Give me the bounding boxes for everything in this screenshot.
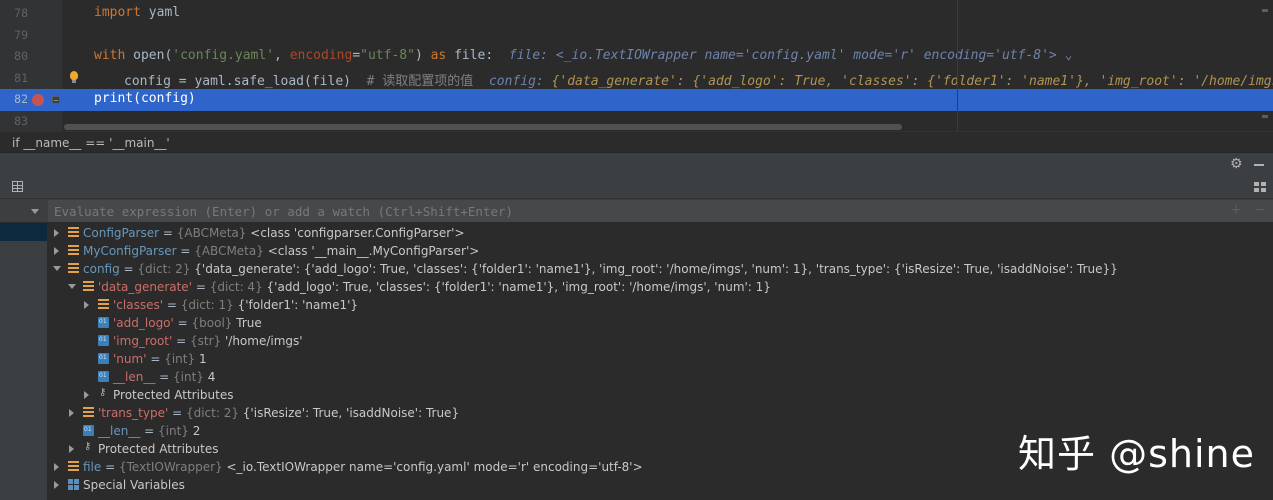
code-text: with open('config.yaml', encoding="utf-8…: [94, 48, 1073, 64]
expand-arrow-icon[interactable]: [54, 229, 59, 237]
expand-arrow-icon[interactable]: [84, 391, 89, 399]
expand-arrow-icon[interactable]: [84, 301, 89, 309]
inline-debug-value: {'data_generate': {'add_logo': True, 'cl…: [551, 73, 1273, 89]
expand-arrow-icon[interactable]: [69, 409, 74, 417]
class-icon: [68, 227, 79, 238]
remove-watch-icon[interactable]: −: [1254, 202, 1266, 218]
inline-debug-value: file: <_io.TextIOWrapper name='config.ya…: [508, 48, 1057, 64]
primitive-icon: [98, 335, 109, 346]
layout-icon[interactable]: [1254, 182, 1266, 192]
dict-icon: [83, 281, 94, 292]
line-number: 83: [14, 114, 28, 128]
expand-arrow-icon[interactable]: [54, 247, 59, 255]
collapse-arrow-icon[interactable]: [68, 284, 76, 289]
evaluate-expression-input[interactable]: [48, 200, 1273, 222]
line-number: 79: [14, 27, 28, 42]
code-line[interactable]: 81 config = yaml.safe_load(file) # 读取配置项…: [0, 68, 1273, 90]
watermark: 知乎 @shine: [1018, 432, 1255, 476]
object-icon: [68, 461, 79, 472]
current-execution-line[interactable]: 82 print(config): [0, 89, 1273, 111]
code-text: import yaml: [94, 5, 181, 20]
primitive-icon: [98, 353, 109, 364]
right-margin-guide: [957, 0, 958, 131]
frames-panel[interactable]: [0, 223, 47, 500]
lightbulb-icon[interactable]: [69, 70, 79, 85]
selected-frame[interactable]: [0, 223, 47, 241]
line-number: 78: [14, 6, 28, 20]
key-icon: ⚷: [84, 441, 92, 452]
add-watch-icon[interactable]: +: [1230, 202, 1242, 218]
code-text: config = yaml.safe_load(file) # 读取配置项的值 …: [124, 70, 1273, 89]
collapse-arrow-icon[interactable]: [53, 266, 61, 271]
debug-toolbar: [0, 175, 1273, 199]
dict-icon: [68, 263, 79, 274]
line-number: 81: [14, 70, 28, 85]
code-text: print(config): [94, 91, 196, 107]
scroll-marker: [1262, 9, 1268, 12]
code-line[interactable]: 78 import yaml: [0, 3, 1273, 25]
code-line[interactable]: 80 with open('config.yaml', encoding="ut…: [0, 46, 1273, 68]
primitive-icon: [83, 425, 94, 436]
dict-icon: [98, 299, 109, 310]
class-icon: [68, 245, 79, 256]
special-variables-icon: [68, 479, 79, 490]
table-view-icon[interactable]: [12, 181, 23, 192]
key-icon: ⚷: [99, 387, 107, 398]
breadcrumb[interactable]: if __name__ == '__main__': [0, 131, 1273, 153]
scroll-marker: [1262, 115, 1268, 118]
primitive-icon: [98, 317, 109, 328]
expand-arrow-icon[interactable]: [69, 445, 74, 453]
horizontal-scrollbar[interactable]: [64, 124, 902, 130]
expand-arrow-icon[interactable]: [54, 463, 59, 471]
dict-icon: [83, 407, 94, 418]
inline-debug-label: config:: [488, 73, 544, 89]
minimize-icon[interactable]: [1254, 164, 1264, 166]
gear-icon[interactable]: ⚙: [1230, 156, 1243, 172]
line-number: 80: [14, 49, 28, 64]
code-editor[interactable]: 78 import yaml 79 80 with open('config.y…: [0, 0, 1273, 131]
breakpoint-icon[interactable]: [32, 93, 44, 106]
line-number: 82: [14, 92, 28, 107]
debug-panel-header: ⚙: [0, 153, 1273, 175]
expand-arrow-icon[interactable]: [54, 481, 59, 489]
history-dropdown-icon[interactable]: [31, 209, 39, 214]
code-line[interactable]: 79: [0, 25, 1273, 47]
fold-marker-icon[interactable]: [52, 95, 60, 104]
evaluate-bar: + −: [0, 199, 1273, 223]
primitive-icon: [98, 371, 109, 382]
